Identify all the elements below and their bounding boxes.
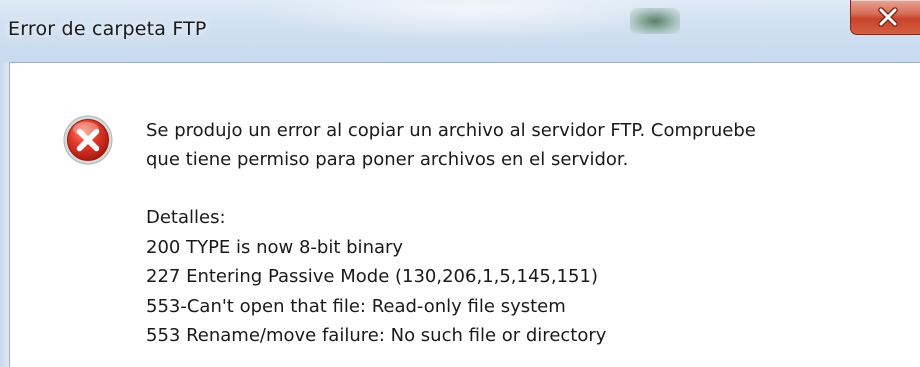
details-heading: Detalles: xyxy=(146,207,226,228)
error-message: Se produjo un error al copiar un archivo… xyxy=(146,116,906,174)
window-title: Error de carpeta FTP xyxy=(8,18,207,40)
details-line: 200 TYPE is now 8-bit binary xyxy=(146,236,404,258)
title-bar-sheen xyxy=(260,0,680,40)
window-left-frame xyxy=(0,62,10,367)
error-icon xyxy=(62,114,114,166)
close-button[interactable] xyxy=(850,0,920,35)
close-icon xyxy=(875,7,901,27)
title-bar[interactable]: Error de carpeta FTP xyxy=(0,0,920,62)
details-line: 227 Entering Passive Mode (130,206,1,5,1… xyxy=(146,266,598,287)
error-details: Detalles: 200 TYPE is now 8-bit binary 2… xyxy=(146,203,906,351)
error-message-line: que tiene permiso para poner archivos en… xyxy=(146,149,629,170)
error-message-line: Se produjo un error al copiar un archivo… xyxy=(146,120,756,141)
ftp-error-dialog: Error de carpeta FTP Se produjo un error… xyxy=(0,0,920,367)
content-top-border xyxy=(9,62,920,63)
details-line: 553 Rename/move failure: No such file or… xyxy=(146,325,607,346)
background-blur-artifact xyxy=(630,8,680,34)
details-line: 553-Can't open that file: Read-only file… xyxy=(146,295,566,317)
dialog-content: Se produjo un error al copiar un archivo… xyxy=(0,62,920,367)
